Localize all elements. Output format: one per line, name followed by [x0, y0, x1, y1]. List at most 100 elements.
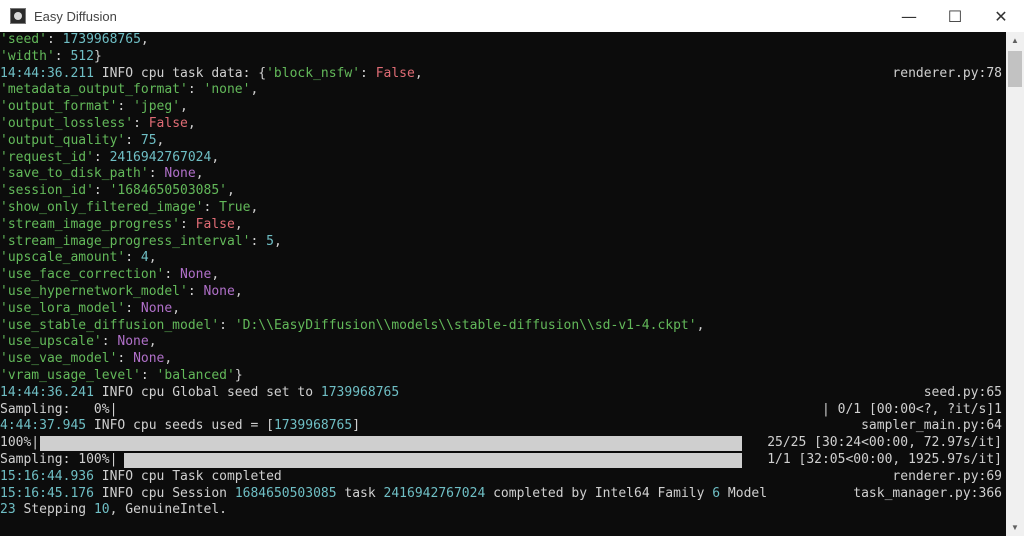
console-text: 15:16:45.176: [0, 485, 94, 501]
console-text: ,: [250, 199, 259, 215]
console-text: :: [187, 283, 204, 299]
console-text: 2416942767024: [383, 485, 486, 501]
console-line-right-text: 25/25 [30:24<00:00, 72.97s/it]: [767, 435, 1002, 451]
console-text: ,: [211, 149, 220, 165]
vertical-scrollbar[interactable]: ▲ ▼: [1006, 32, 1024, 536]
console-text: :: [164, 267, 181, 283]
console-text: ,: [187, 115, 196, 131]
console-text: 'metadata_output_format': [0, 82, 188, 98]
console-line: 15:16:44.936 INFO cpu Task completed rend…: [0, 469, 1006, 486]
scroll-up-arrow-icon[interactable]: ▲: [1006, 32, 1024, 49]
console-line-right-text: 1/1 [32:05<00:00, 1925.97s/it]: [767, 451, 1002, 467]
console-line: 'width': 512}: [0, 49, 1006, 66]
console-text: ,: [195, 166, 204, 182]
maximize-icon: ☐: [947, 6, 963, 26]
console-line: 14:44:36.241 INFO cpu Global seed set to…: [0, 385, 1006, 402]
console-text: ,: [696, 317, 705, 333]
console-text: None: [180, 267, 212, 283]
console-line-right-text: sampler_main.py:64: [861, 418, 1002, 434]
console-line: 14:44:36.211 INFO cpu task data: {'block…: [0, 66, 1006, 83]
console-text: 1739968765: [62, 32, 141, 47]
console-text: :: [180, 216, 196, 232]
window-controls: — ☐ ✕: [886, 0, 1024, 32]
console-text: Sampling: 100%|: [0, 451, 118, 467]
title-bar[interactable]: Easy Diffusion — ☐ ✕: [0, 0, 1024, 32]
console-text: 100%|: [0, 435, 40, 451]
console-output[interactable]: 'seed': 1739968765,'width': 512} 14:44:36…: [0, 32, 1006, 536]
console-line: 100%| 25/25 [30:24<00:00, 72.97s/it]: [0, 435, 1006, 452]
console-text: 'output_lossless': [0, 115, 134, 131]
console-text: }: [93, 48, 102, 64]
console-text: 1684650503085: [234, 485, 337, 501]
console-line: 'metadata_output_format': 'none',: [0, 82, 1006, 99]
console-text: 'show_only_filtered_image': [0, 199, 204, 215]
console-text: 'D:\\EasyDiffusion\\models\\stable-diffu…: [234, 317, 697, 333]
console-text: 15:16:44.936: [0, 468, 94, 484]
console-text: ,: [250, 82, 259, 98]
console-text: :: [117, 99, 134, 115]
console-line: 'save_to_disk_path': None,: [0, 166, 1006, 183]
close-button[interactable]: ✕: [978, 0, 1024, 32]
console-text: 512: [70, 48, 94, 64]
console-line: 'use_face_correction': None,: [0, 267, 1006, 284]
console-text: ,: [414, 65, 423, 81]
console-text: ,: [180, 99, 188, 115]
console-text: 'stream_image_progress_interval': [0, 233, 251, 249]
console-text: :: [117, 351, 134, 367]
console-window: Easy Diffusion — ☐ ✕ 'seed': 1739968765,…: [0, 0, 1024, 536]
console-text: ,: [164, 351, 173, 367]
console-text: ]: [352, 418, 361, 434]
console-text: Stepping: [15, 502, 94, 518]
console-text: 'output_quality': [0, 132, 126, 148]
console-text: , GenuineIntel.: [109, 502, 227, 518]
console-text: ,: [156, 132, 165, 148]
console-text: 'upscale_amount': [0, 250, 126, 266]
console-text: 'vram_usage_level': [0, 367, 141, 383]
window-title: Easy Diffusion: [34, 8, 117, 24]
console-text: None: [133, 351, 165, 367]
minimize-button[interactable]: —: [886, 0, 932, 32]
console-line: 'show_only_filtered_image': True,: [0, 200, 1006, 217]
console-text: 'stream_image_progress': [0, 216, 181, 232]
scrollbar-thumb[interactable]: [1008, 51, 1022, 87]
console-text: 2416942767024: [109, 149, 212, 165]
console-text: :: [125, 250, 141, 266]
console-text: ,: [226, 183, 235, 199]
console-text: 'use_hypernetwork_model': [0, 283, 188, 299]
console-line: 4:44:37.945 INFO cpu seeds used = [17399…: [0, 418, 1006, 435]
maximize-button[interactable]: ☐: [932, 0, 978, 32]
console-line: 'request_id': 2416942767024,: [0, 150, 1006, 167]
console-line: 'output_format': 'jpeg',: [0, 99, 1006, 116]
console-text: Sampling: 0%|: [0, 401, 118, 417]
console-text: 'jpeg': [133, 99, 181, 115]
console-text: :: [133, 115, 149, 131]
console-text: :: [125, 300, 141, 316]
progress-bar-fill: [40, 436, 742, 452]
console-text: ,: [140, 32, 149, 47]
scroll-down-arrow-icon[interactable]: ▼: [1006, 519, 1024, 536]
console-text: 'balanced': [156, 367, 235, 383]
console-text: 75: [140, 132, 157, 148]
minimize-icon: —: [901, 6, 917, 26]
console-text: 'seed': [0, 32, 47, 47]
console-text: :: [250, 233, 267, 249]
console-line: 'use_stable_diffusion_model': 'D:\\EasyD…: [0, 318, 1006, 335]
console-text: 'use_face_correction': [0, 267, 165, 283]
console-text: 6: [712, 485, 721, 501]
console-text: '1684650503085': [109, 183, 227, 199]
console-text: :: [148, 166, 165, 182]
console-text: ,: [234, 283, 243, 299]
console-line: 'session_id': '1684650503085',: [0, 183, 1006, 200]
console-line: 'use_upscale': None,: [0, 334, 1006, 351]
console-line: 'upscale_amount': 4,: [0, 250, 1006, 267]
console-text: 'use_lora_model': [0, 300, 126, 316]
console-text: 'session_id': [0, 183, 94, 199]
console-line-right-text: renderer.py:78: [892, 65, 1002, 81]
console-text: 14:44:36.241: [0, 384, 94, 400]
console-line: 'stream_image_progress': False,: [0, 217, 1006, 234]
console-text: None: [203, 283, 235, 299]
console-line: 'use_lora_model': None,: [0, 301, 1006, 318]
console-text: 'none': [203, 82, 251, 98]
console-text: 'output_format': [0, 99, 118, 115]
console-text: False: [148, 115, 188, 131]
